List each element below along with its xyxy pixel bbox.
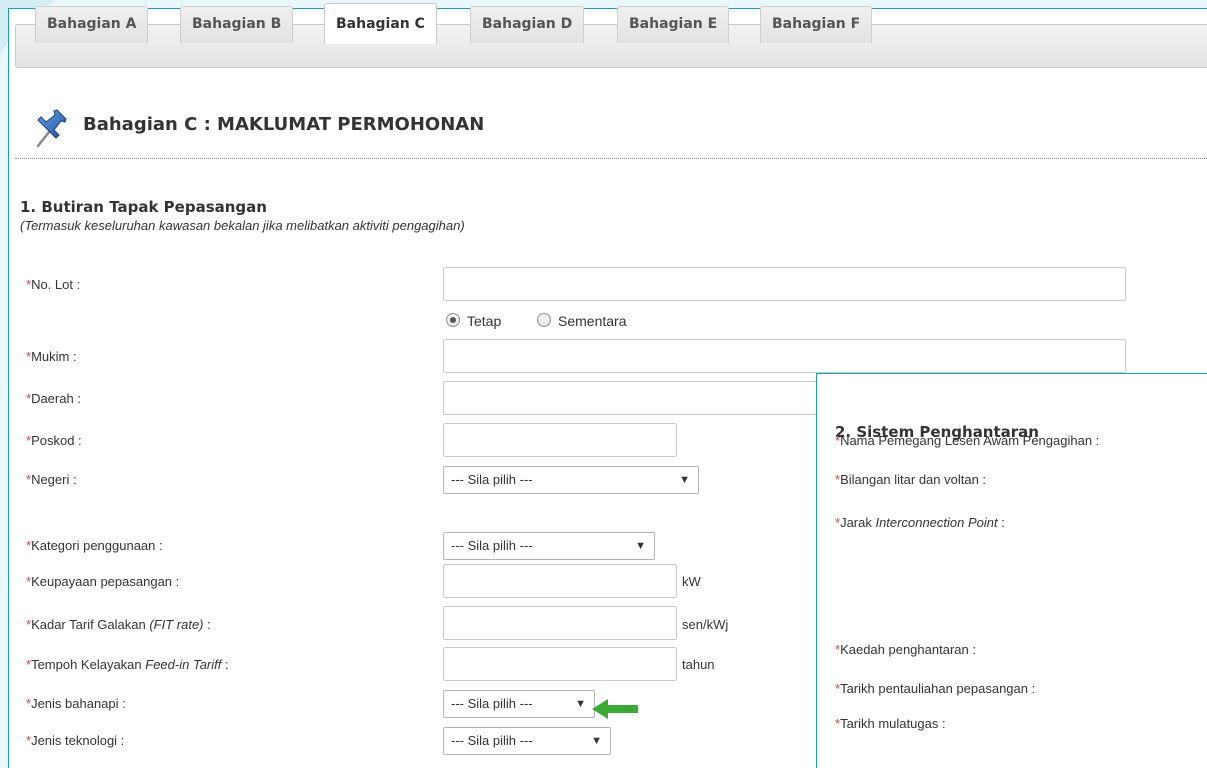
poskod-label: *Poskod : [26,433,82,448]
daerah-label-text: Daerah : [31,391,81,406]
keupayaan-label: *Keupayaan pepasangan : [26,574,179,589]
tarikh-pentauliahan-label: *Tarikh pentauliahan pepasangan : [835,681,1035,696]
nama-pemegang-label: *Nama Pemegang Lesen Awam Pengagihan : [835,433,1099,448]
negeri-select[interactable]: --- Sila pilih --- ▼ [443,466,699,494]
tetap-radio[interactable] [446,313,460,327]
chevron-down-icon: ▼ [635,540,646,552]
chevron-down-icon: ▼ [575,698,586,710]
jarak-label-text: Jarak [840,515,876,530]
kategori-label: *Kategori penggunaan : [26,538,163,553]
kaedah-label-text: Kaedah penghantaran : [840,642,976,657]
tarikh-mulatugas-label: *Tarikh mulatugas : [835,716,946,731]
negeri-label-text: Negeri : [31,472,77,487]
no-lot-input[interactable] [443,267,1126,301]
section-1-title: 1. Butiran Tapak Pepasangan [20,198,267,216]
sementara-radio[interactable] [537,313,551,327]
bahanapi-label-text: Jenis bahanapi : [31,696,126,711]
kaedah-label: *Kaedah penghantaran : [835,642,976,657]
tab-bahagian-a[interactable]: Bahagian A [35,6,149,43]
bahanapi-label: *Jenis bahanapi : [26,696,126,711]
bahanapi-select[interactable]: --- Sila pilih --- ▼ [443,690,595,718]
kategori-select[interactable]: --- Sila pilih --- ▼ [443,532,655,560]
tetap-radio-label: Tetap [467,313,502,329]
kadar-label-italic: (FIT rate) [149,617,204,632]
bilangan-litar-label-text: Bilangan litar dan voltan : [840,472,987,487]
nama-pemegang-label-text: Nama Pemegang Lesen Awam Pengagihan : [840,433,1100,448]
kadar-unit: sen/kWj [682,617,729,632]
tempoh-label-italic: Feed-in Tariff [145,657,222,672]
tempoh-label: *Tempoh Kelayakan Feed-in Tariff : [26,657,229,672]
page-title: Bahagian C : MAKLUMAT PERMOHONAN [83,114,485,135]
negeri-label: *Negeri : [26,472,77,487]
tab-bahagian-e[interactable]: Bahagian E [617,6,730,43]
keupayaan-unit: kW [682,574,701,589]
section-divider [15,158,1207,159]
daerah-label: *Daerah : [26,391,81,406]
chevron-down-icon: ▼ [591,735,602,747]
tarikh-pentauliahan-label-text: Tarikh pentauliahan pepasangan : [840,681,1036,696]
kategori-label-text: Kategori penggunaan : [31,538,163,553]
teknologi-select[interactable]: --- Sila pilih --- ▼ [443,727,611,755]
bilangan-litar-label: *Bilangan litar dan voltan : [835,472,986,487]
jarak-label-italic: Interconnection Point [875,515,998,530]
teknologi-label-text: Jenis teknologi : [31,733,125,748]
kadar-label-suffix: : [203,617,211,632]
poskod-label-text: Poskod : [31,433,82,448]
tab-bahagian-d[interactable]: Bahagian D [470,6,585,43]
poskod-input[interactable] [443,423,677,457]
keupayaan-label-text: Keupayaan pepasangan : [31,574,180,589]
tempoh-input[interactable] [443,647,677,681]
green-arrow-icon [592,699,638,719]
bahanapi-selected: --- Sila pilih --- [451,696,533,711]
teknologi-label: *Jenis teknologi : [26,733,124,748]
tempoh-unit: tahun [682,657,715,672]
jarak-label: *Jarak Interconnection Point : [835,515,1005,530]
tempoh-label-text: Tempoh Kelayakan [31,657,146,672]
kategori-selected: --- Sila pilih --- [451,538,533,553]
pushpin-icon [36,109,67,148]
tarikh-mulatugas-label-text: Tarikh mulatugas : [840,716,946,731]
kadar-label: *Kadar Tarif Galakan (FIT rate) : [26,617,211,632]
kadar-label-text: Kadar Tarif Galakan [31,617,150,632]
teknologi-selected: --- Sila pilih --- [451,733,533,748]
negeri-selected: --- Sila pilih --- [451,472,533,487]
no-lot-label: *No. Lot : [26,277,80,292]
chevron-down-icon: ▼ [679,474,690,486]
tab-bahagian-b[interactable]: Bahagian B [180,6,294,43]
tempoh-label-suffix: : [221,657,229,672]
tab-bahagian-f[interactable]: Bahagian F [760,6,873,43]
kadar-input[interactable] [443,606,677,640]
mukim-input[interactable] [443,339,1126,373]
tab-bahagian-c[interactable]: Bahagian C [324,3,437,44]
jarak-label-suffix: : [997,515,1005,530]
mukim-label-text: Mukim : [31,349,77,364]
section-1-subtitle: (Termasuk keseluruhan kawasan bekalan ji… [20,218,465,233]
keupayaan-input[interactable] [443,564,677,598]
mukim-label: *Mukim : [26,349,77,364]
no-lot-label-text: No. Lot : [31,277,81,292]
sementara-radio-label: Sementara [558,313,627,329]
